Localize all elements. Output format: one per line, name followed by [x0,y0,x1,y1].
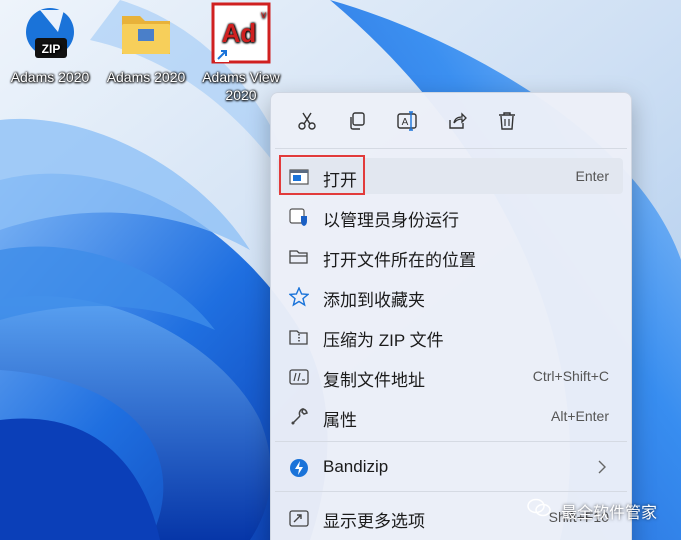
menu-item-label: 复制文件地址 [323,371,425,390]
folder-open-icon [289,250,308,264]
adams-view-shortcut-icon: Ad v [211,2,271,64]
menu-separator [275,491,627,492]
desktop-icon-label: Adams 2020 [106,69,186,85]
menu-separator [275,148,627,149]
menu-item-label: 显示更多选项 [323,512,425,531]
menu-item-shortcut: Alt+Enter [551,408,609,424]
wrench-icon [291,408,308,425]
menu-separator [275,441,627,442]
menu-item-bandizip[interactable]: Bandizip [277,449,623,485]
menu-item-shortcut: Enter [575,168,609,184]
menu-item-label: Bandizip [323,457,389,476]
watermark: 最全软件管家 [560,503,657,522]
menu-item-label: 添加到收藏夹 [323,291,425,310]
zip-folder-icon [289,330,308,345]
trash-icon [499,112,515,130]
menu-item-run-as-admin[interactable]: 以管理员身份运行 [277,198,623,234]
menu-item-compress-zip[interactable]: 压缩为 ZIP 文件 [277,318,623,354]
shield-icon [289,208,307,226]
menu-item-add-to-favorites[interactable]: 添加到收藏夹 [277,278,623,314]
svg-text:A: A [402,117,409,128]
bandizip-icon [290,459,308,477]
zip-archive-icon: ZIP [20,2,80,64]
cut-button[interactable] [289,105,325,137]
chevron-right-icon [598,460,606,474]
desktop: ZIP Adams 2020 Adams 2020 Ad v Adams Vie… [0,0,681,540]
menu-item-label: 压缩为 ZIP 文件 [323,331,444,350]
desktop-icon-adams-view[interactable]: Ad v Adams View 2020 [193,2,289,104]
desktop-icon-adams-zip[interactable]: ZIP Adams 2020 [2,2,98,86]
rename-icon: A [397,111,417,131]
path-copy-icon [289,369,309,385]
folder-icon [116,2,176,64]
menu-item-label: 属性 [323,411,357,430]
copy-icon [350,112,365,130]
desktop-icon-label: Adams 2020 [10,69,90,85]
more-options-icon [289,510,309,527]
menu-item-copy-path[interactable]: 复制文件地址 Ctrl+Shift+C [277,358,623,394]
share-button[interactable] [439,105,475,137]
scissors-icon [298,112,316,130]
menu-item-properties[interactable]: 属性 Alt+Enter [277,398,623,434]
menu-item-label: 打开文件所在的位置 [323,251,476,270]
wechat-icon [527,498,551,517]
share-icon [449,112,467,129]
menu-item-label: 以管理员身份运行 [323,211,459,230]
copy-button[interactable] [339,105,375,137]
menu-item-open-file-location[interactable]: 打开文件所在的位置 [277,238,623,274]
rename-button[interactable]: A [389,105,425,137]
adams-badge-text: Ad [222,18,257,48]
svg-text:v: v [261,10,266,21]
highlight-annotation [279,155,365,195]
delete-button[interactable] [489,105,525,137]
desktop-icon-adams-folder[interactable]: Adams 2020 [98,2,194,86]
menu-item-shortcut: Ctrl+Shift+C [532,368,609,384]
context-menu-toolbar: A [279,101,619,141]
svg-text:ZIP: ZIP [42,42,61,56]
star-icon [289,287,309,307]
